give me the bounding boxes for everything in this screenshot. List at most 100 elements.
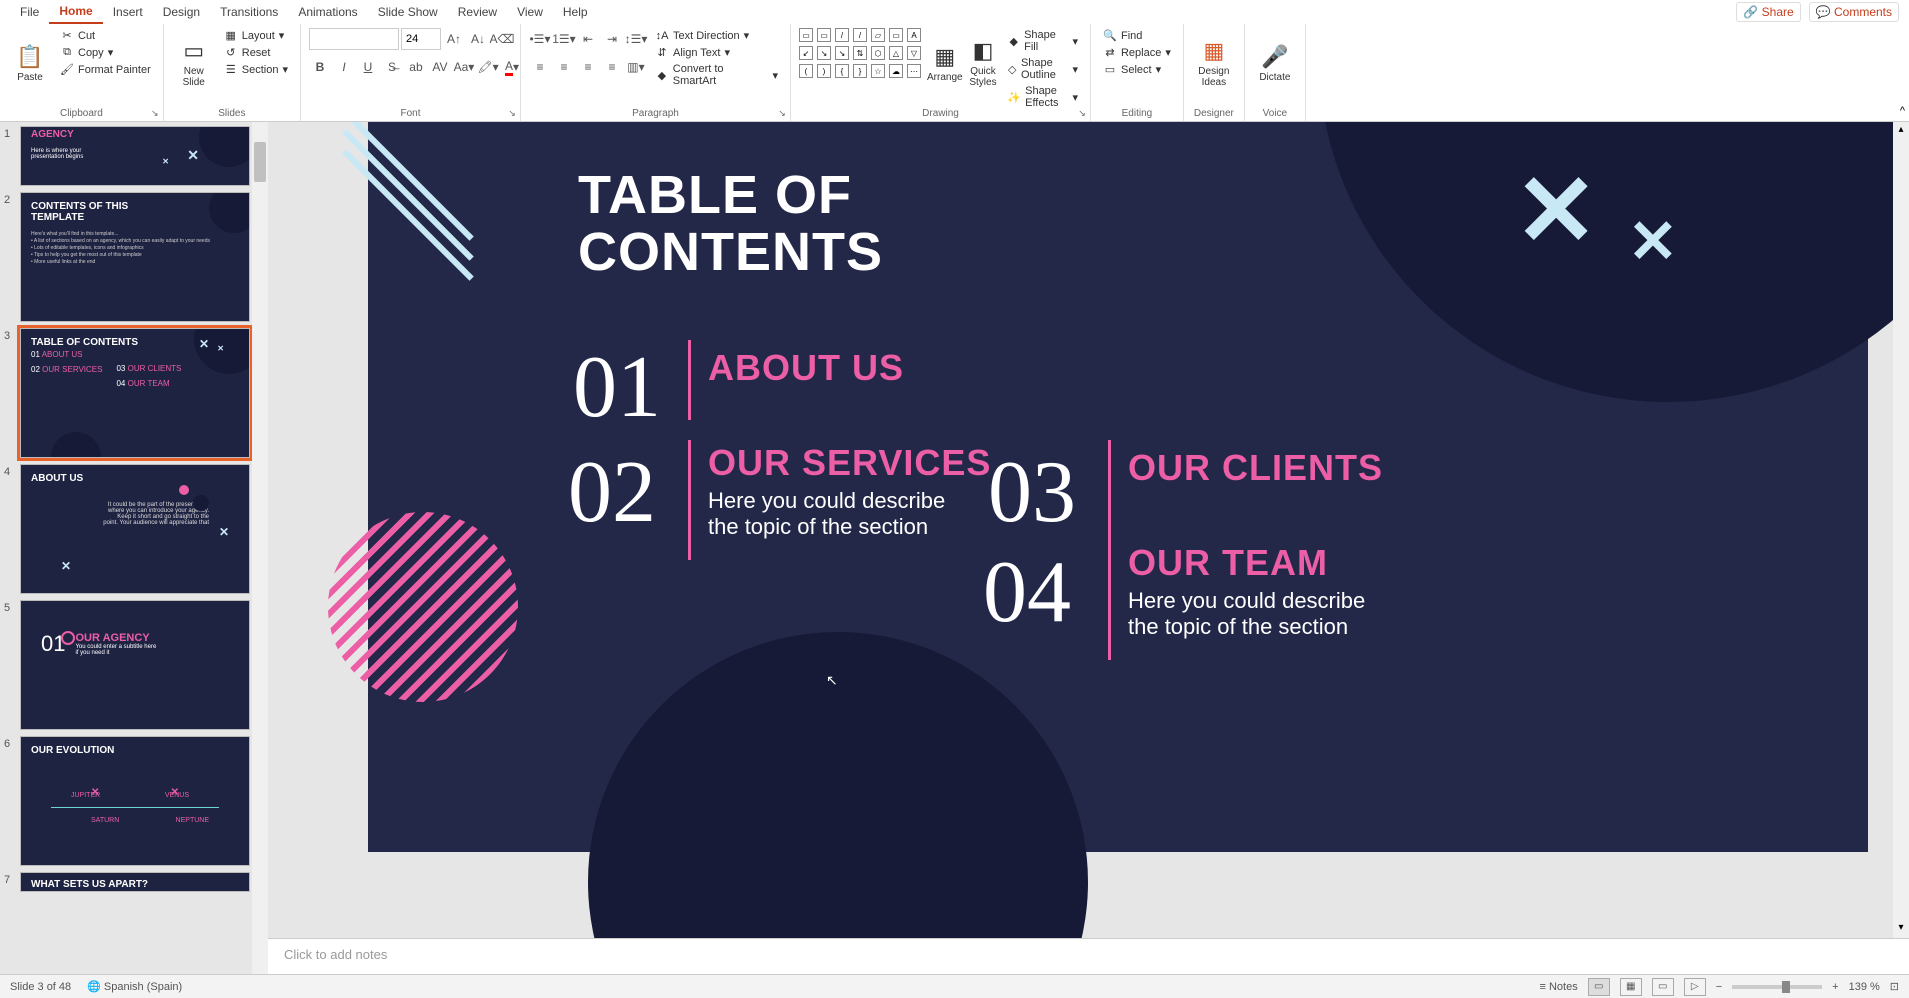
shapes-gallery[interactable]: ▭▭//▱▭A ↙↘↘⇅⬡△▽ (){}☆☁⋯ — [799, 28, 923, 80]
zoom-out-button[interactable]: − — [1716, 981, 1722, 993]
dictate-label: Dictate — [1259, 72, 1290, 83]
bold-button[interactable]: B — [309, 56, 331, 78]
thumbnail-3[interactable]: ✕ ✕ TABLE OF CONTENTS 01 ABOUT US 02 OUR… — [20, 328, 250, 458]
quick-styles-button[interactable]: ◧Quick Styles — [967, 28, 1000, 98]
tab-transitions[interactable]: Transitions — [210, 1, 288, 23]
tab-help[interactable]: Help — [553, 1, 598, 23]
copy-button[interactable]: ⧉Copy ▾ — [56, 45, 155, 60]
thumbnail-1[interactable]: AGENCY Here is where your presentation b… — [20, 126, 250, 186]
align-right-button[interactable]: ≡ — [577, 56, 599, 78]
italic-button[interactable]: I — [333, 56, 355, 78]
thumbnail-4[interactable]: ABOUT US ✕ ✕ It could be the part of the… — [20, 464, 250, 594]
collapse-ribbon-button[interactable]: ^ — [1900, 105, 1905, 117]
tab-file[interactable]: File — [10, 1, 49, 23]
share-button[interactable]: 🔗 Share — [1736, 2, 1800, 22]
comments-button[interactable]: 💬 Comments — [1809, 2, 1899, 22]
toc-content-03[interactable]: OUR CLIENTS — [1128, 447, 1383, 489]
bullets-button[interactable]: •☰▾ — [529, 28, 551, 50]
tab-insert[interactable]: Insert — [103, 1, 153, 23]
thumbnail-2[interactable]: CONTENTS OF THIS TEMPLATE Here's what yo… — [20, 192, 250, 322]
format-painter-button[interactable]: 🖌Format Painter — [56, 62, 155, 77]
align-left-button[interactable]: ≡ — [529, 56, 551, 78]
tab-review[interactable]: Review — [448, 1, 507, 23]
thumbnail-6[interactable]: OUR EVOLUTION ✕ ✕ JUPITER VENUS SATURN N… — [20, 736, 250, 866]
toc-content-01[interactable]: ABOUT US — [708, 347, 904, 389]
sorter-view-button[interactable]: ▦ — [1620, 978, 1642, 996]
paragraph-dialog-launcher[interactable]: ↘ — [776, 107, 788, 119]
slide-counter[interactable]: Slide 3 of 48 — [10, 981, 71, 993]
thumbnail-scrollbar[interactable] — [252, 122, 268, 974]
design-ideas-label: Design Ideas — [1198, 66, 1229, 88]
highlight-button[interactable]: 🖍▾ — [477, 56, 499, 78]
slide-viewport[interactable]: ✕ ✕ TABLE OF CONTENTS 01 — [268, 122, 1909, 938]
tab-slideshow[interactable]: Slide Show — [368, 1, 448, 23]
toc-content-02[interactable]: OUR SERVICES Here you could describe the… — [708, 442, 991, 540]
justify-button[interactable]: ≡ — [601, 56, 623, 78]
section-button[interactable]: ☰Section ▾ — [220, 62, 292, 77]
notes-toggle[interactable]: ≡ Notes — [1539, 981, 1577, 993]
fit-window-button[interactable]: ⊡ — [1890, 980, 1899, 993]
layout-button[interactable]: ▦Layout ▾ — [220, 28, 292, 43]
shape-fill-button[interactable]: ◆Shape Fill ▾ — [1003, 28, 1082, 54]
thumbnail-5[interactable]: 01 OUR AGENCY You could enter a subtitle… — [20, 600, 250, 730]
increase-indent-button[interactable]: ⇥ — [601, 28, 623, 50]
strikethrough-button[interactable]: S̶ — [381, 56, 403, 78]
numbering-button[interactable]: 1☰▾ — [553, 28, 575, 50]
toc-item-04[interactable]: 04 — [983, 542, 1071, 643]
find-button[interactable]: 🔍Find — [1099, 28, 1175, 43]
zoom-slider[interactable] — [1732, 985, 1822, 989]
format-painter-label: Format Painter — [78, 64, 151, 76]
reading-view-button[interactable]: ▭ — [1652, 978, 1674, 996]
notes-pane[interactable]: Click to add notes — [268, 938, 1909, 974]
align-center-button[interactable]: ≡ — [553, 56, 575, 78]
line-spacing-button[interactable]: ↕☰▾ — [625, 28, 647, 50]
arrange-button[interactable]: ▦Arrange — [927, 28, 963, 98]
clipboard-dialog-launcher[interactable]: ↘ — [149, 107, 161, 119]
shadow-button[interactable]: ab — [405, 56, 427, 78]
dictate-button[interactable]: 🎤Dictate — [1253, 28, 1297, 98]
toc-item-02[interactable]: 02 — [568, 442, 656, 543]
reset-button[interactable]: ↺Reset — [220, 45, 292, 60]
underline-button[interactable]: U — [357, 56, 379, 78]
clear-format-button[interactable]: A⌫ — [491, 28, 513, 50]
normal-view-button[interactable]: ▭ — [1588, 978, 1610, 996]
decrease-indent-button[interactable]: ⇤ — [577, 28, 599, 50]
increase-font-button[interactable]: A↑ — [443, 28, 465, 50]
font-dialog-launcher[interactable]: ↘ — [506, 107, 518, 119]
new-slide-button[interactable]: ▭ New Slide — [172, 28, 216, 98]
zoom-level[interactable]: 139 % — [1849, 981, 1880, 993]
toc-item-03[interactable]: 03 — [988, 442, 1076, 543]
tab-design[interactable]: Design — [153, 1, 210, 23]
decrease-font-button[interactable]: A↓ — [467, 28, 489, 50]
select-button[interactable]: ▭Select ▾ — [1099, 62, 1175, 77]
slide-title[interactable]: TABLE OF CONTENTS — [578, 167, 883, 280]
align-text-button[interactable]: ⇵Align Text ▾ — [651, 45, 782, 60]
tab-view[interactable]: View — [507, 1, 553, 23]
toc-separator — [688, 440, 691, 560]
replace-button[interactable]: ⇄Replace ▾ — [1099, 45, 1175, 60]
tab-animations[interactable]: Animations — [288, 1, 367, 23]
toc-head-clients: OUR CLIENTS — [1128, 447, 1383, 489]
case-button[interactable]: Aa▾ — [453, 56, 475, 78]
language-indicator[interactable]: 🌐 Spanish (Spain) — [87, 980, 182, 993]
slide-scrollbar[interactable]: ▴ ▾ — [1893, 122, 1909, 938]
zoom-in-button[interactable]: + — [1832, 981, 1838, 993]
tab-home[interactable]: Home — [49, 0, 102, 24]
thumbnail-7[interactable]: WHAT SETS US APART? — [20, 872, 250, 892]
toc-item-01[interactable]: 01 — [573, 337, 661, 438]
font-name-input[interactable] — [309, 28, 399, 50]
design-ideas-button[interactable]: ▦Design Ideas — [1192, 28, 1236, 98]
shape-outline-button[interactable]: ◇Shape Outline ▾ — [1003, 56, 1082, 82]
convert-smartart-button[interactable]: ◆Convert to SmartArt ▾ — [651, 62, 782, 88]
slideshow-view-button[interactable]: ▷ — [1684, 978, 1706, 996]
text-direction-button[interactable]: ↕AText Direction ▾ — [651, 28, 782, 43]
font-color-button[interactable]: A▾ — [501, 56, 523, 78]
columns-button[interactable]: ▥▾ — [625, 56, 647, 78]
font-size-input[interactable] — [401, 28, 441, 50]
toc-content-04[interactable]: OUR TEAM Here you could describe the top… — [1128, 542, 1365, 640]
cut-button[interactable]: ✂Cut — [56, 28, 155, 43]
paste-button[interactable]: 📋 Paste — [8, 28, 52, 98]
drawing-dialog-launcher[interactable]: ↘ — [1076, 107, 1088, 119]
spacing-button[interactable]: AV — [429, 56, 451, 78]
slide-canvas[interactable]: ✕ ✕ TABLE OF CONTENTS 01 — [368, 122, 1868, 852]
